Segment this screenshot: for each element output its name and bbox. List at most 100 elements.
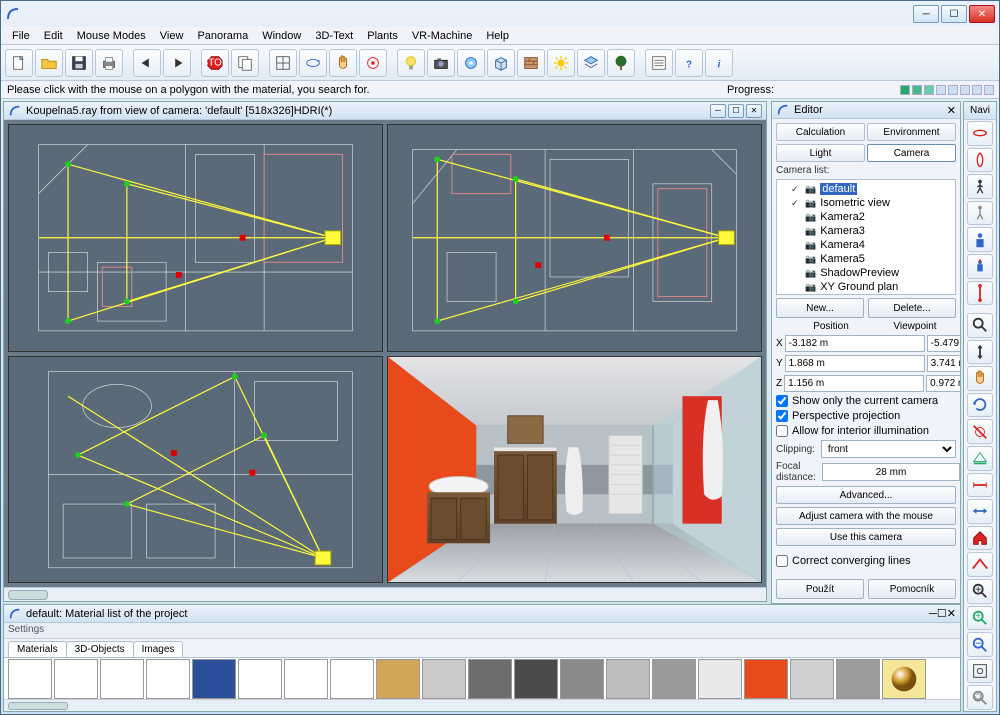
focal-distance-input[interactable] xyxy=(822,463,960,481)
viewport-maximize-button[interactable]: ☐ xyxy=(728,104,744,118)
tree-button[interactable] xyxy=(607,49,635,77)
x-position-input[interactable] xyxy=(785,335,925,352)
menu-view[interactable]: View xyxy=(153,29,191,43)
material-swatch[interactable] xyxy=(54,659,98,699)
navi-plane-button[interactable] xyxy=(967,446,993,471)
navi-ruler-v-button[interactable] xyxy=(967,281,993,306)
tab-calculation[interactable]: Calculation xyxy=(776,123,865,141)
navi-zoom-button[interactable] xyxy=(967,313,993,338)
viewport-close-button[interactable]: ✕ xyxy=(746,104,762,118)
clone-button[interactable] xyxy=(231,49,259,77)
use-camera-button[interactable]: Use this camera xyxy=(776,528,956,546)
tab-light[interactable]: Light xyxy=(776,144,865,162)
navi-home-button[interactable] xyxy=(967,526,993,551)
material-swatch[interactable] xyxy=(422,659,466,699)
new-button[interactable] xyxy=(5,49,33,77)
y-viewpoint-input[interactable] xyxy=(927,355,960,372)
minimize-button[interactable]: ─ xyxy=(913,5,939,23)
clipping-select[interactable]: front xyxy=(821,440,956,458)
tab-environment[interactable]: Environment xyxy=(867,123,956,141)
hand-button[interactable] xyxy=(329,49,357,77)
materials-maximize-button[interactable]: ☐ xyxy=(937,607,947,620)
z-position-input[interactable] xyxy=(784,375,924,392)
tab-camera[interactable]: Camera xyxy=(867,144,956,162)
interior-illumination-checkbox[interactable] xyxy=(776,425,788,437)
camera-item[interactable]: 📷Kamera2 xyxy=(779,210,953,224)
viewport-render[interactable] xyxy=(387,356,762,584)
navi-rotate-button[interactable] xyxy=(967,393,993,418)
apply-button[interactable]: Použít xyxy=(776,579,864,599)
camera-item[interactable]: 📷Kamera4 xyxy=(779,238,953,252)
material-swatch[interactable] xyxy=(744,659,788,699)
viewport-minimize-button[interactable]: ─ xyxy=(710,104,726,118)
help-button[interactable]: ? xyxy=(675,49,703,77)
camera-item[interactable]: ✓📷Isometric view xyxy=(779,196,953,210)
menu-file[interactable]: File xyxy=(5,29,37,43)
adjust-camera-button[interactable]: Adjust camera with the mouse xyxy=(776,507,956,525)
show-only-current-camera-checkbox[interactable] xyxy=(776,395,788,407)
box-button[interactable] xyxy=(487,49,515,77)
navi-person-front-button[interactable] xyxy=(967,227,993,252)
menu-panorama[interactable]: Panorama xyxy=(190,29,255,43)
viewport-top-left[interactable] xyxy=(8,124,383,352)
navi-zoom-plus-button[interactable]: + xyxy=(967,606,993,631)
material-swatch[interactable] xyxy=(284,659,328,699)
navi-orbit-y-button[interactable] xyxy=(967,121,993,146)
close-button[interactable]: ✕ xyxy=(969,5,995,23)
menu-vrmachine[interactable]: VR-Machine xyxy=(405,29,480,43)
redo-button[interactable] xyxy=(163,49,191,77)
editor-close-button[interactable]: ✕ xyxy=(947,104,956,117)
z-viewpoint-input[interactable] xyxy=(926,375,960,392)
navi-zoom-fit-button[interactable] xyxy=(967,659,993,684)
materials-scrollbar[interactable] xyxy=(4,699,960,711)
material-swatch[interactable] xyxy=(238,659,282,699)
bulb-button[interactable] xyxy=(397,49,425,77)
camera-item[interactable]: 📷XY Ground plan xyxy=(779,280,953,294)
open-button[interactable] xyxy=(35,49,63,77)
material-swatch[interactable] xyxy=(146,659,190,699)
materials-minimize-button[interactable]: ─ xyxy=(929,608,937,620)
layers-button[interactable] xyxy=(577,49,605,77)
camera-item[interactable]: 📷Kamera3 xyxy=(779,224,953,238)
materials-tab-materials[interactable]: Materials xyxy=(8,641,67,657)
navi-person-up-button[interactable] xyxy=(967,254,993,279)
material-swatch[interactable] xyxy=(560,659,604,699)
viewport-bottom-left[interactable] xyxy=(8,356,383,584)
navi-walk-button[interactable] xyxy=(967,174,993,199)
menu-mousemodes[interactable]: Mouse Modes xyxy=(70,29,153,43)
navi-zoom-minus-button[interactable] xyxy=(967,632,993,657)
camera-spin-button[interactable] xyxy=(299,49,327,77)
advanced-button[interactable]: Advanced... xyxy=(776,486,956,504)
camera-list[interactable]: ✓📷default✓📷Isometric view📷Kamera2📷Kamera… xyxy=(776,179,956,295)
navi-zoom-reset-button[interactable] xyxy=(967,685,993,710)
material-swatch[interactable] xyxy=(836,659,880,699)
navi-walk-back-button[interactable] xyxy=(967,201,993,226)
info-button[interactable]: i xyxy=(705,49,733,77)
list-button[interactable] xyxy=(645,49,673,77)
materials-tab-3dobjects[interactable]: 3D-Objects xyxy=(66,641,134,657)
menu-edit[interactable]: Edit xyxy=(37,29,70,43)
materials-tab-images[interactable]: Images xyxy=(133,641,184,657)
maximize-button[interactable]: ☐ xyxy=(941,5,967,23)
camera-item[interactable]: 📷Kamera5 xyxy=(779,252,953,266)
menu-window[interactable]: Window xyxy=(255,29,308,43)
menu-3dtext[interactable]: 3D-Text xyxy=(308,29,360,43)
material-swatch[interactable] xyxy=(882,659,926,699)
material-swatch[interactable] xyxy=(514,659,558,699)
stop-button[interactable]: STOP xyxy=(201,49,229,77)
navi-zoom-in-button[interactable] xyxy=(967,579,993,604)
material-swatch[interactable] xyxy=(698,659,742,699)
x-viewpoint-input[interactable] xyxy=(927,335,960,352)
delete-camera-button[interactable]: Delete... xyxy=(868,298,956,318)
menu-plants[interactable]: Plants xyxy=(360,29,405,43)
perspective-projection-checkbox[interactable] xyxy=(776,410,788,422)
camera-item[interactable]: ✓📷default xyxy=(779,182,953,196)
material-swatch[interactable] xyxy=(790,659,834,699)
material-swatch[interactable] xyxy=(8,659,52,699)
navi-pan-y-button[interactable] xyxy=(967,340,993,365)
material-swatch[interactable] xyxy=(606,659,650,699)
material-swatch[interactable] xyxy=(376,659,420,699)
help-button[interactable]: Pomocník xyxy=(868,579,956,599)
camera-button[interactable] xyxy=(427,49,455,77)
materials-close-button[interactable]: ✕ xyxy=(947,607,956,620)
